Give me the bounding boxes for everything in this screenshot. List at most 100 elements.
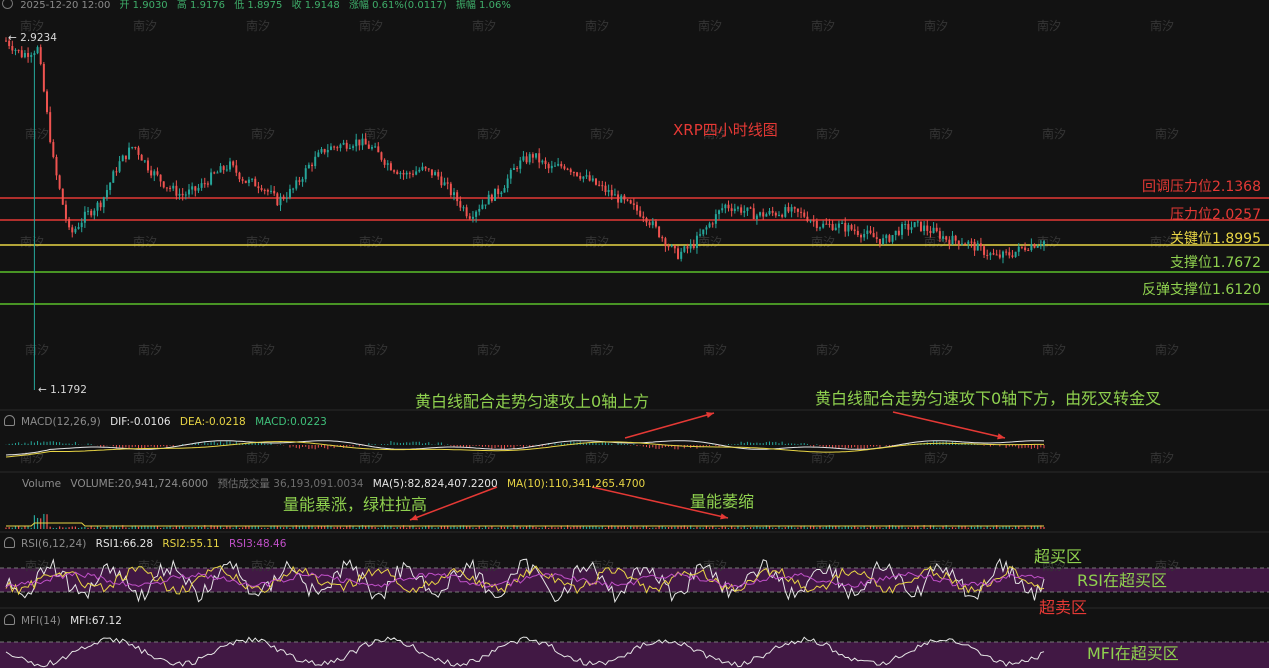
candle-body (370, 147, 373, 149)
candle-body (601, 185, 604, 187)
rsi-oversold-label: 超卖区 (1039, 598, 1088, 617)
candle-body (266, 189, 269, 192)
candle-body (992, 253, 995, 255)
watermark-text: 南汐 (1150, 450, 1174, 465)
candle-body (803, 212, 806, 217)
candle-body (860, 234, 863, 238)
candle-body (443, 182, 446, 186)
candle-body (658, 226, 661, 238)
watermark-text: 南汐 (585, 234, 609, 249)
candle-body (730, 208, 733, 212)
candle-body (1043, 241, 1045, 246)
bell-icon[interactable] (4, 614, 15, 625)
volume-predicted: 预估成交量 36,193,091.0034 (217, 478, 364, 490)
candle-body (131, 147, 134, 149)
candle-body (695, 235, 698, 248)
bell-icon[interactable] (4, 537, 15, 548)
candle-body (374, 146, 377, 148)
watermark-text: 南汐 (472, 450, 496, 465)
rsi-1: RSI1:66.28 (95, 538, 154, 550)
candle-body (841, 222, 844, 224)
candle-body (156, 171, 159, 175)
mfi-header: MFI(14) MFI:67.12 (4, 614, 128, 627)
candle-body (405, 172, 408, 175)
candle-body (134, 147, 137, 149)
candle-body (948, 239, 951, 245)
candle-body (664, 238, 667, 247)
candle-body (399, 172, 402, 174)
candle-body (326, 149, 329, 153)
candle-body (1024, 247, 1027, 251)
candle-body (42, 64, 45, 92)
candle-body (790, 207, 793, 212)
candle-body (708, 223, 711, 228)
candle-body (30, 55, 33, 57)
candle-body (449, 183, 452, 196)
macd-name: MACD(12,26,9) (21, 416, 101, 428)
header-open: 开 1.9030 (119, 0, 168, 11)
candle-body (796, 208, 799, 212)
volume-ma10: MA(10):110,341,265.4700 (506, 478, 646, 490)
candle-body (478, 208, 481, 212)
candle-body (61, 188, 64, 205)
macd-dea-line (5, 440, 1044, 458)
candle-body (547, 164, 550, 169)
watermark-text: 南汐 (472, 18, 496, 33)
candle-body (462, 207, 465, 209)
candle-body (1039, 245, 1042, 247)
candle-body (247, 179, 250, 183)
watermark-text: 南汐 (364, 126, 388, 141)
watermark-text: 南汐 (138, 126, 162, 141)
watermark-text: 南汐 (364, 342, 388, 357)
candle-body (755, 215, 758, 220)
candle-body (629, 200, 632, 204)
candle-body (1017, 246, 1020, 252)
mfi-status-label: MFI在超买区 (1087, 644, 1179, 663)
candle-body (165, 187, 168, 189)
arrow-volume-surge-head (410, 514, 418, 521)
candle-body (535, 153, 538, 158)
candle-body (979, 243, 982, 247)
macd-header: MACD(12,26,9) DIF:-0.0106 DEA:-0.0218 MA… (4, 415, 333, 428)
bell-icon[interactable] (4, 415, 15, 426)
candle-body (907, 223, 910, 230)
volume-value: VOLUME:20,941,724.6000 (70, 478, 209, 490)
candle-body (986, 254, 989, 256)
candle-body (711, 223, 714, 225)
candle-body (33, 53, 36, 56)
macd-dea: DEA:-0.0218 (179, 416, 246, 428)
macd-note-down: 黄白线配合走势匀速攻下0轴下方，由死叉转金叉 (815, 389, 1162, 408)
candle-body (831, 224, 834, 231)
chart-title: XRP四小时线图 (673, 121, 778, 139)
candle-body (815, 220, 818, 228)
candle-body (897, 230, 900, 235)
candle-body (743, 210, 746, 213)
candle-body (519, 160, 522, 169)
watermark-text: 南汐 (924, 450, 948, 465)
candle-body (989, 253, 992, 256)
candle-body (83, 211, 86, 223)
arrow-macd-down (892, 411, 1006, 439)
candle-body (96, 202, 99, 211)
candle-body (307, 164, 310, 169)
candle-body (484, 204, 487, 206)
candle-body (916, 221, 919, 223)
rsi-status-label: RSI在超买区 (1077, 571, 1167, 590)
candle-body (645, 218, 648, 223)
header-high: 高 1.9176 (176, 0, 226, 11)
candle-body (759, 212, 762, 216)
candle-body (910, 227, 913, 230)
candle-body (683, 246, 686, 252)
candle-body (468, 216, 471, 219)
watermark-text: 南汐 (585, 18, 609, 33)
candle-body (891, 235, 894, 242)
candle-body (153, 171, 156, 176)
candle-body (822, 223, 825, 228)
candle-body (604, 185, 607, 193)
candle-body (983, 246, 986, 255)
candle-body (143, 160, 146, 162)
chevron-down-icon[interactable] (2, 0, 13, 9)
candle-body (408, 172, 411, 174)
candle-body (689, 243, 692, 249)
candle-body (544, 160, 547, 165)
